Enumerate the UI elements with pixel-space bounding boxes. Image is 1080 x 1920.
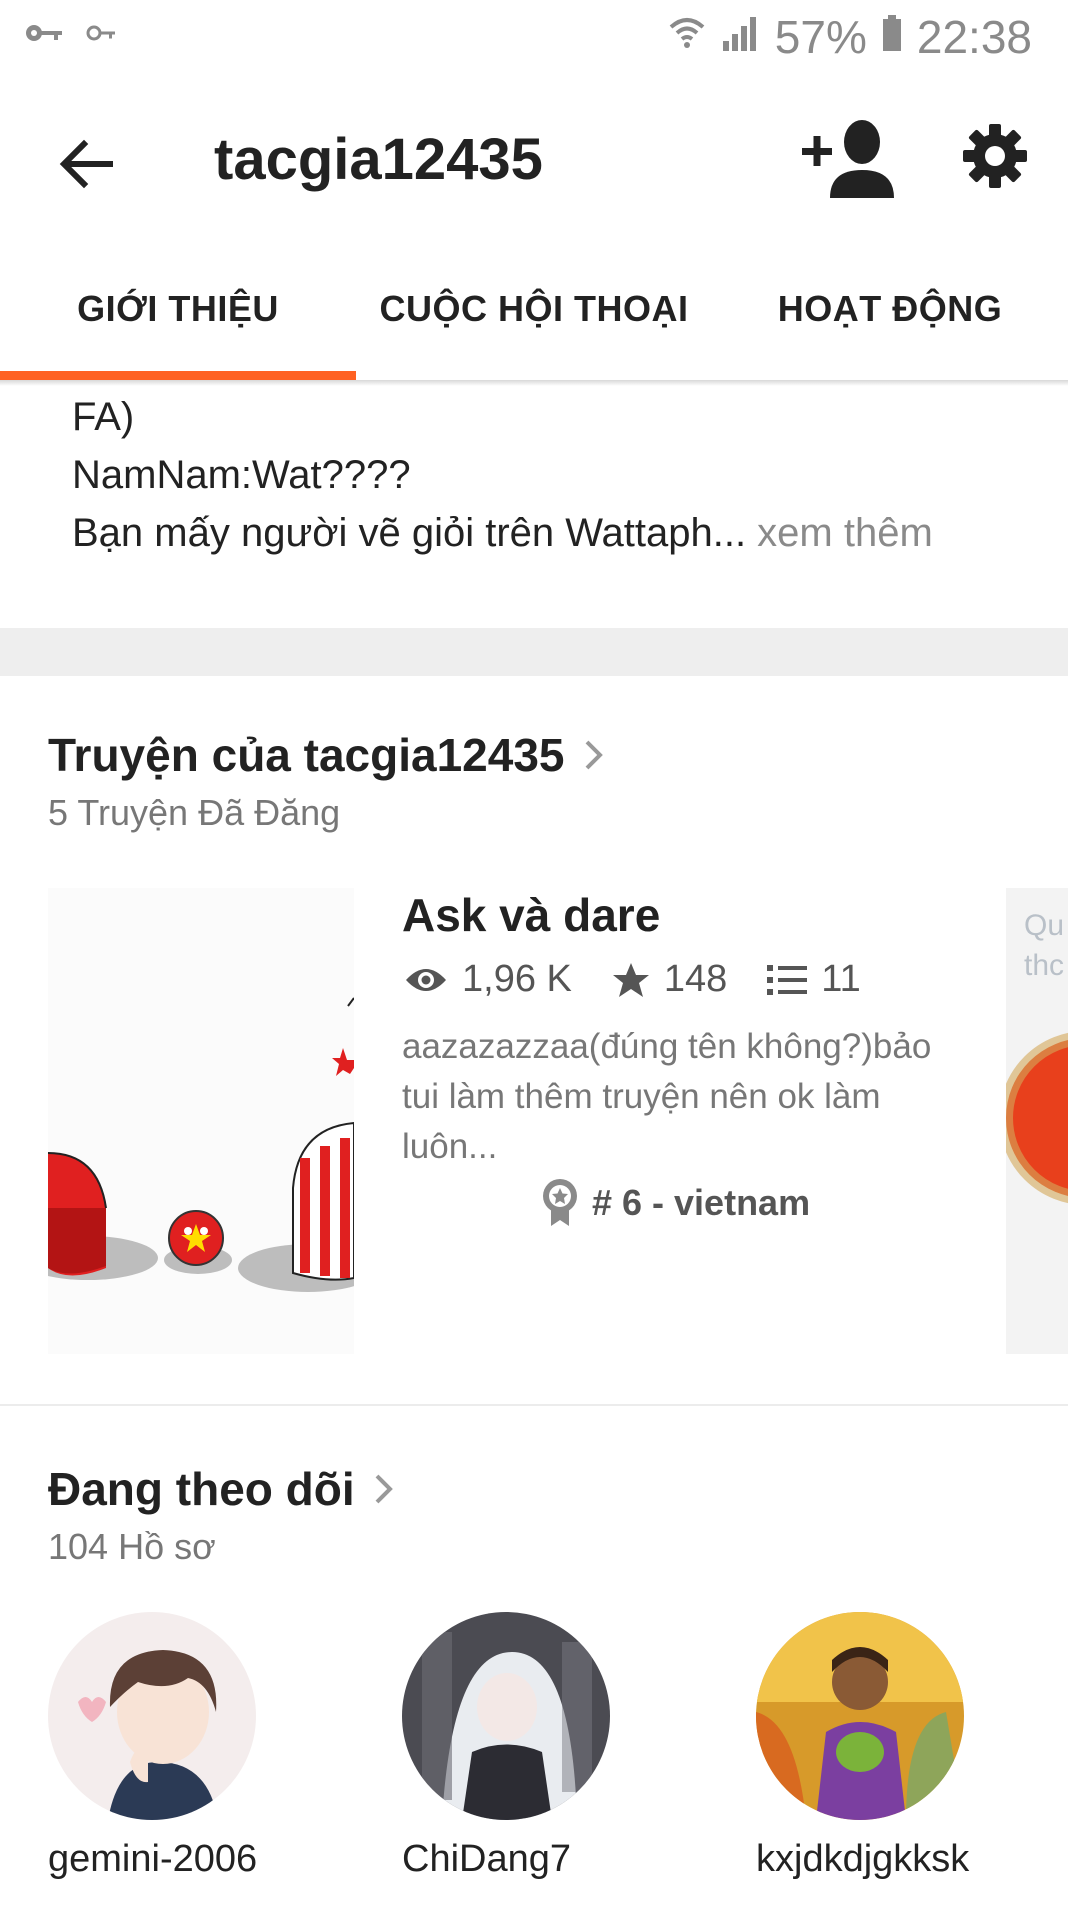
next-cover-text: Qu thc <box>1024 909 1065 982</box>
tab-conversations[interactable]: CUỘC HỘI THOẠI <box>356 256 712 380</box>
following-count: 104 Hồ sơ <box>48 1526 216 1567</box>
tabs-divider <box>0 380 1068 386</box>
battery-percent: 57% <box>774 11 867 63</box>
story-stats: 1,96 K 148 11 <box>404 958 901 1001</box>
chevron-right-icon <box>375 1474 393 1504</box>
star-icon <box>612 962 649 997</box>
follow-user-button[interactable] <box>800 114 900 204</box>
reads-stat: 1,96 K <box>404 958 572 1001</box>
avatar[interactable] <box>48 1612 256 1820</box>
profile-tabs: GIỚI THIỆU CUỘC HỘI THOẠI HOẠT ĐỘNG <box>0 256 1068 380</box>
tab-about[interactable]: GIỚI THIỆU <box>0 256 356 380</box>
avatar[interactable] <box>402 1612 610 1820</box>
next-story-cover[interactable]: Qu thc <box>1006 888 1068 1354</box>
username: ChiDang7 <box>402 1838 571 1880</box>
arrow-left-icon <box>59 139 113 189</box>
following-list: gemini-2006 ChiDang7 kxjdkdjgkksk <box>48 1612 1068 1920</box>
vpn-key-icon <box>24 22 64 49</box>
username: kxjdkdjgkksk <box>756 1838 970 1880</box>
following-title: Đang theo dõi <box>48 1463 355 1515</box>
clock: 22:38 <box>916 11 1032 63</box>
status-bar: 57% 22:38 <box>0 0 1080 74</box>
section-divider <box>0 628 1068 676</box>
votes-stat: 148 <box>612 958 727 1001</box>
award-ribbon-icon <box>543 1179 577 1226</box>
story-rank[interactable]: # 6 - vietnam <box>542 1178 810 1228</box>
bio-line: NamNam:Wat???? <box>72 453 411 497</box>
wifi-icon <box>667 10 707 64</box>
reads-count: 1,96 K <box>462 958 572 1000</box>
avatar[interactable] <box>756 1612 964 1820</box>
section-divider <box>0 1404 1068 1406</box>
parts-stat: 11 <box>767 958 861 1001</box>
key-icon <box>86 22 116 49</box>
page-title: tacgia12435 <box>214 127 543 192</box>
following-user[interactable]: kxjdkdjgkksk <box>756 1612 1056 1881</box>
tab-activity[interactable]: HOẠT ĐỘNG <box>712 256 1068 380</box>
bio-line-text: Bạn mấy người vẽ giỏi trên Wattaph... <box>72 511 747 555</box>
following-user[interactable]: gemini-2006 <box>48 1612 348 1881</box>
story-cover-image[interactable] <box>48 888 354 1354</box>
list-icon <box>767 964 808 995</box>
eye-icon <box>406 968 446 991</box>
story-title[interactable]: Ask và dare <box>402 888 660 942</box>
story-description: aazazazzaa(đúng tên không?)bảo tui làm t… <box>402 1027 932 1166</box>
back-button[interactable] <box>48 124 128 204</box>
stories-header[interactable]: Truyện của tacgia12435 <box>48 728 605 782</box>
battery-icon <box>881 10 903 64</box>
gear-icon <box>963 124 1027 188</box>
stories-count: 5 Truyện Đã Đăng <box>48 792 341 833</box>
bio-line: FA) <box>72 395 135 439</box>
following-user[interactable]: ChiDang7 <box>402 1612 702 1881</box>
read-more-link[interactable]: xem thêm <box>746 511 933 555</box>
parts-count: 11 <box>821 958 861 1000</box>
stories-title: Truyện của tacgia12435 <box>48 729 565 781</box>
rank-label: # 6 - vietnam <box>592 1182 811 1223</box>
following-header[interactable]: Đang theo dõi <box>48 1462 395 1516</box>
add-person-icon <box>802 120 894 198</box>
username: gemini-2006 <box>48 1838 258 1880</box>
settings-button[interactable] <box>960 116 1030 196</box>
app-bar: tacgia12435 <box>0 74 1080 238</box>
profile-bio: FA) NamNam:Wat???? Bạn mấy người vẽ giỏi… <box>72 388 1032 562</box>
bio-line: Bạn mấy người vẽ giỏi trên Wattaph... xe… <box>72 504 1032 562</box>
chevron-right-icon <box>585 740 603 770</box>
votes-count: 148 <box>663 958 728 1000</box>
signal-icon <box>721 10 761 64</box>
